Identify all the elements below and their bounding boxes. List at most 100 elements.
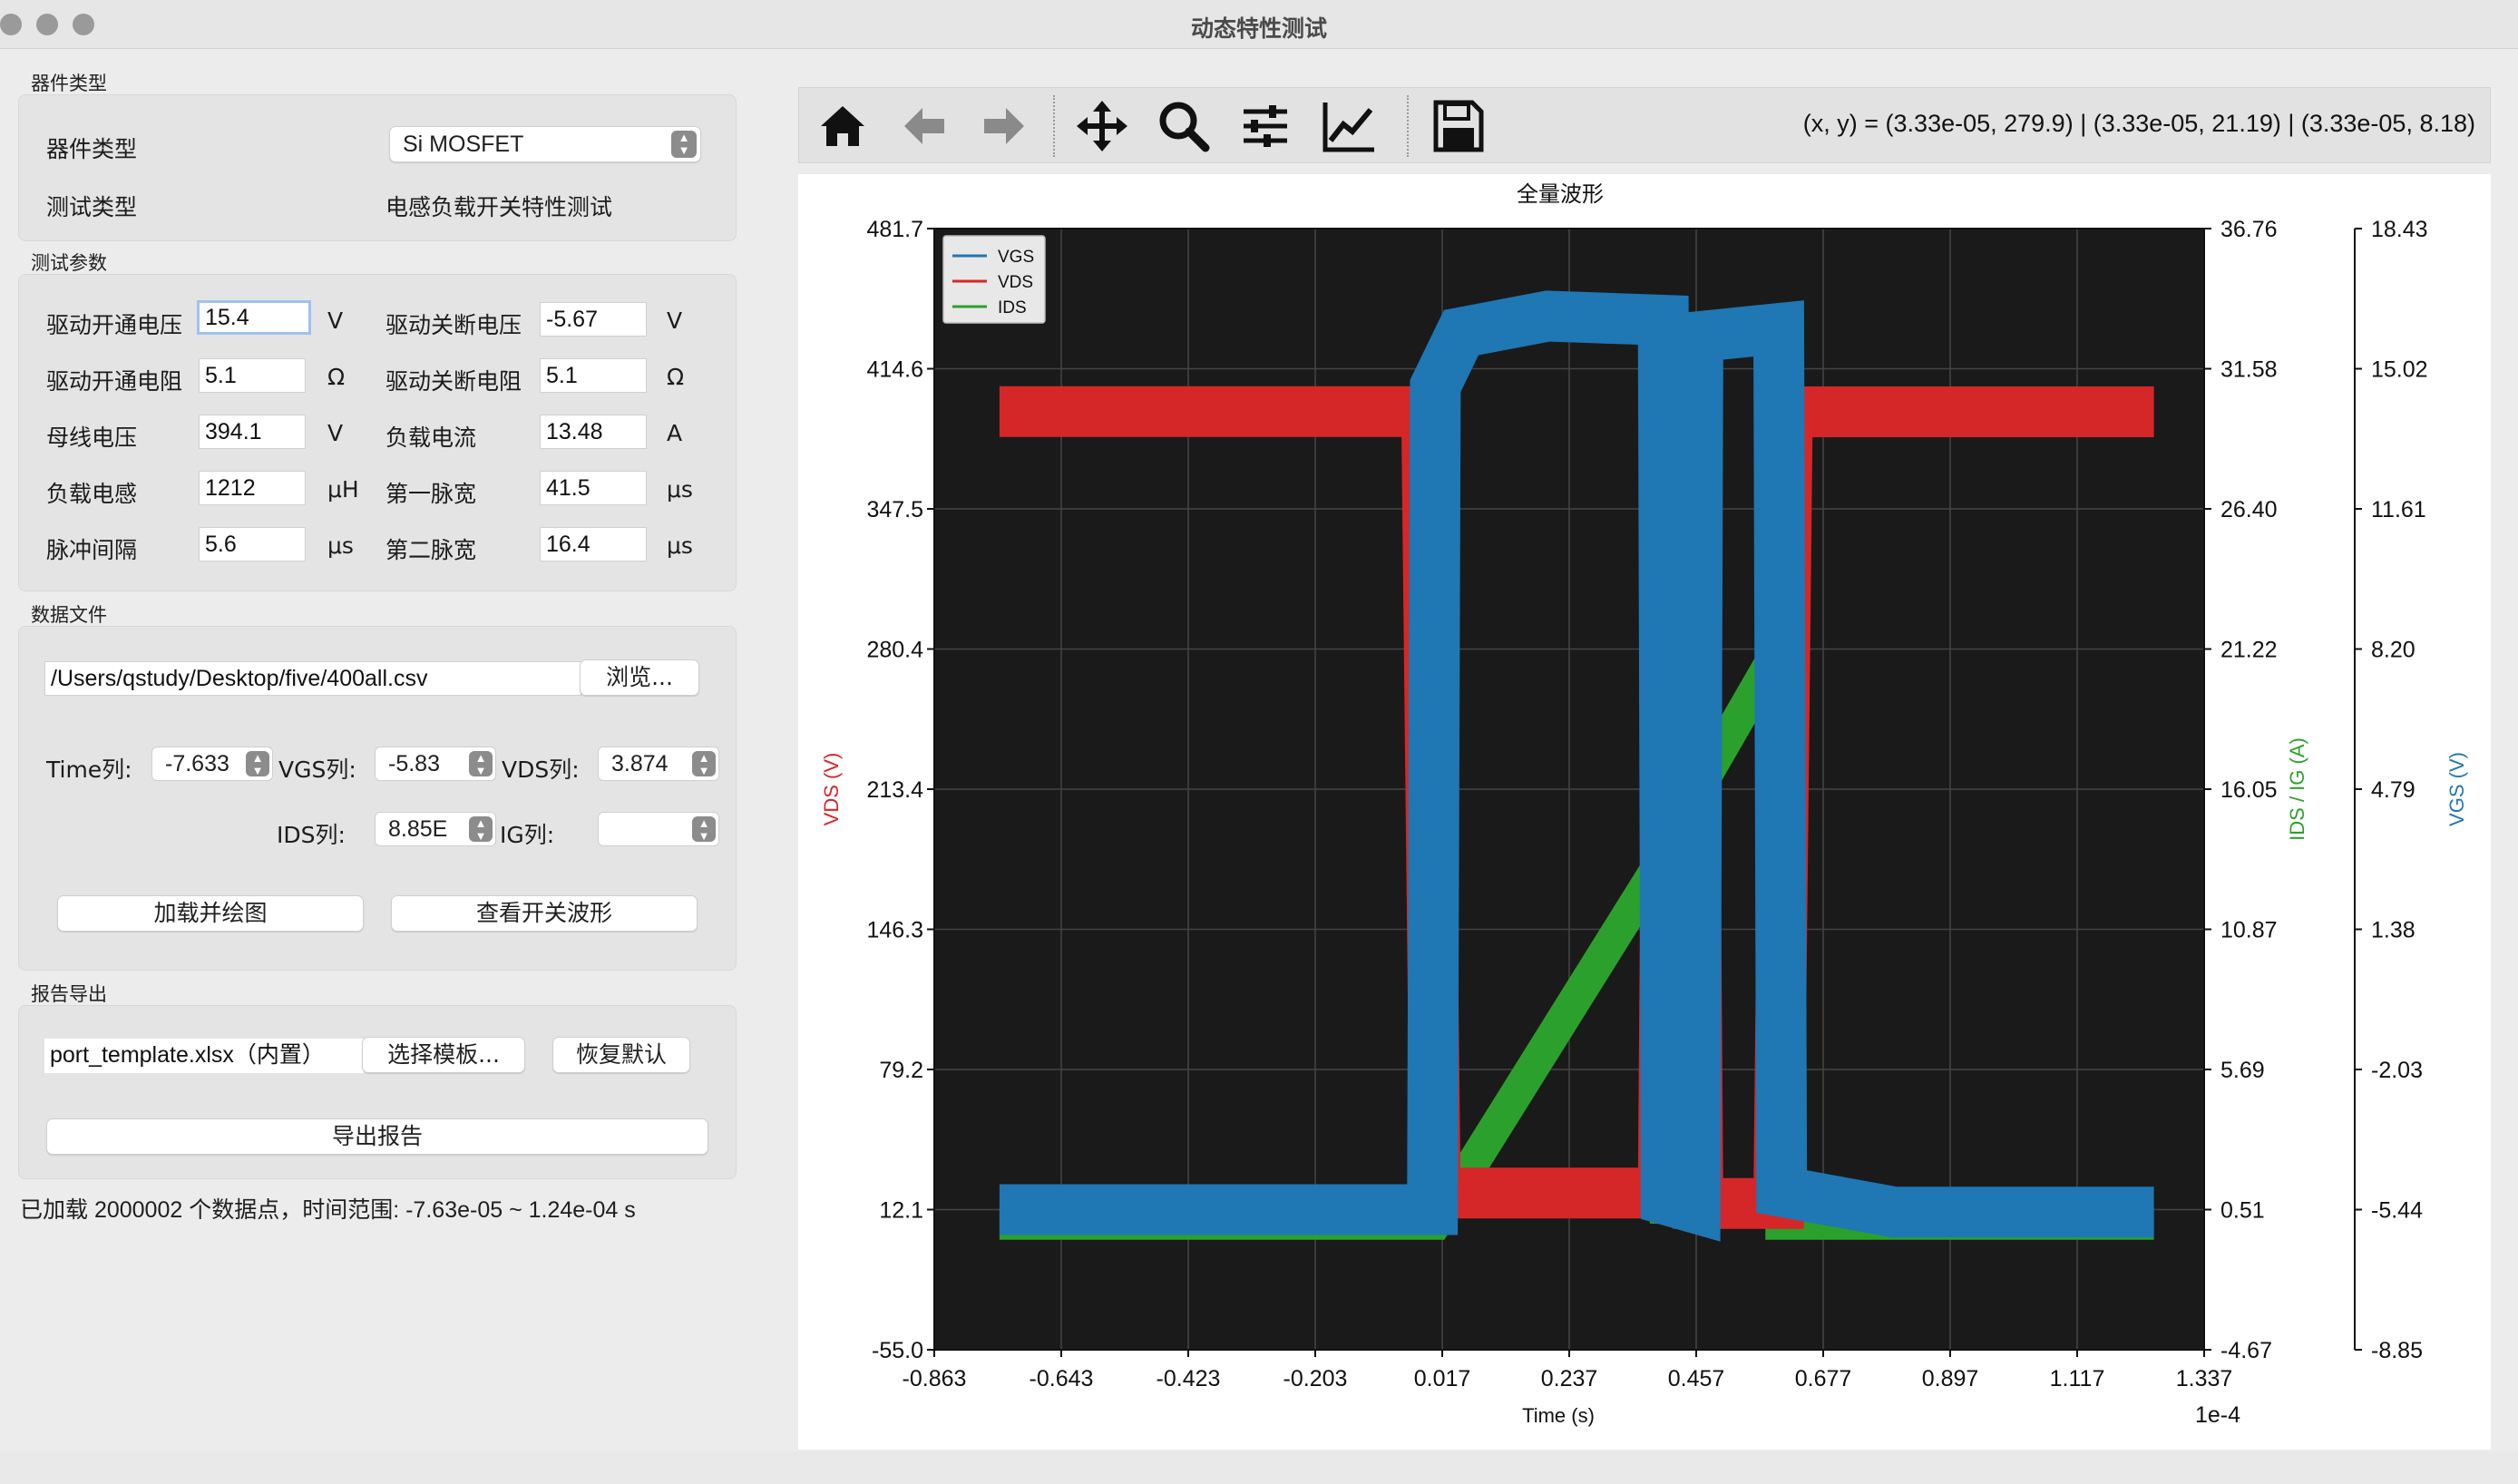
- y-left-axis-label: VDS (V): [820, 753, 843, 826]
- file-path-input[interactable]: /Users/qstudy/Desktop/five/400all.csv: [44, 661, 581, 696]
- spin-arrows-icon[interactable]: ▲ ▼: [469, 816, 493, 843]
- load-and-plot-button[interactable]: 加载并绘图: [57, 895, 364, 932]
- y-right1-tick-label: 0.51: [2220, 1198, 2265, 1224]
- spin-arrows-icon[interactable]: ▲ ▼: [692, 751, 716, 777]
- y-right2-tick-label: 11.61: [2371, 497, 2426, 522]
- y-right1-tick-label: 26.40: [2220, 497, 2278, 522]
- spin-arrows-icon[interactable]: ▲ ▼: [692, 816, 716, 843]
- ids-col-spinbox[interactable]: 8.85E ▲ ▼: [375, 812, 496, 846]
- params-group: 驱动开通电压 15.4 V 驱动关断电压 -5.67 V 驱动开通电阻 5.1 …: [18, 274, 737, 591]
- legend-label-ids: IDS: [998, 298, 1027, 317]
- param-unit: V: [667, 308, 683, 334]
- waveform-chart[interactable]: -0.863 -0.643 -0.423 -0.203 0.017 0.237 0.457 0…: [798, 174, 2491, 1450]
- legend-label-vds: VDS: [998, 273, 1033, 292]
- x-tick-label: 0.017: [1414, 1366, 1471, 1391]
- browse-button[interactable]: 浏览...: [580, 659, 699, 696]
- save-icon[interactable]: [1429, 97, 1487, 155]
- pulse-interval-input[interactable]: 5.6: [199, 527, 306, 561]
- y-left-tick-label: 347.5: [866, 497, 923, 522]
- toolbar-separator: [1053, 95, 1055, 157]
- spin-arrows-icon[interactable]: ▲ ▼: [469, 751, 493, 777]
- y-right2-tick-label: 4.79: [2371, 777, 2416, 803]
- vds-col-value: 3.874: [611, 751, 669, 776]
- device-group: 器件类型 Si MOSFET ▲ ▼ 测试类型 电感负载开关特性测试: [18, 94, 737, 241]
- report-section-title: 报告导出: [31, 983, 107, 1005]
- x-tick-label: -0.643: [1030, 1366, 1094, 1391]
- y-right2-tick-label: -2.03: [2371, 1058, 2423, 1083]
- drive-off-resistance-input[interactable]: 5.1: [540, 358, 647, 393]
- restore-default-button[interactable]: 恢复默认: [552, 1037, 690, 1073]
- vgs-col-spinbox[interactable]: -5.83 ▲ ▼: [375, 747, 496, 781]
- device-type-select[interactable]: Si MOSFET ▲ ▼: [389, 126, 701, 162]
- param-label: 第一脉宽: [386, 481, 477, 507]
- choose-template-button[interactable]: 选择模板...: [362, 1037, 525, 1073]
- param-unit: Ω: [327, 364, 346, 390]
- params-section-title: 测试参数: [31, 252, 107, 274]
- view-switch-waveform-button[interactable]: 查看开关波形: [391, 895, 698, 932]
- bus-voltage-input[interactable]: 394.1: [199, 415, 306, 449]
- x-tick-label: 0.237: [1541, 1366, 1598, 1391]
- template-path-input[interactable]: port_template.xlsx（内置）: [44, 1039, 364, 1073]
- forward-arrow-icon[interactable]: [975, 97, 1033, 155]
- zoom-icon[interactable]: [1155, 97, 1213, 155]
- param-label: 驱动开通电压: [46, 312, 183, 338]
- y-left-tick-label: 481.7: [866, 217, 923, 242]
- y-left-tick-label: -55.0: [872, 1338, 923, 1363]
- device-section-title: 器件类型: [31, 73, 107, 94]
- param-label: 脉冲间隔: [46, 537, 138, 563]
- y-right1-tick-label: 10.87: [2220, 918, 2278, 943]
- x-tick-label: 1.337: [2176, 1366, 2233, 1391]
- axes-edit-icon[interactable]: [1320, 97, 1378, 155]
- ids-col-label: IDS列:: [277, 822, 346, 848]
- drive-off-voltage-input[interactable]: -5.67: [540, 302, 647, 337]
- window-title: 动态特性测试: [1190, 15, 1327, 42]
- first-pulse-width-input[interactable]: 41.5: [540, 471, 647, 505]
- load-current-input[interactable]: 13.48: [540, 415, 647, 449]
- select-arrows-icon: ▲ ▼: [671, 131, 697, 158]
- cursor-coordinates: (x, y) = (3.33e-05, 279.9) | (3.33e-05, …: [1802, 110, 2475, 137]
- y-right1-tick-label: 5.69: [2220, 1058, 2265, 1083]
- y-left-tick-label: 280.4: [866, 638, 923, 663]
- param-label: 母线电压: [46, 425, 138, 451]
- param-unit: μs: [667, 532, 693, 559]
- param-unit: A: [667, 420, 683, 446]
- export-report-button[interactable]: 导出报告: [46, 1118, 708, 1155]
- param-label: 驱动关断电压: [386, 312, 522, 338]
- param-label: 负载电感: [46, 481, 138, 507]
- load-inductance-input[interactable]: 1212: [199, 471, 306, 505]
- status-text: 已加载 2000002 个数据点，时间范围: -7.63e-05 ~ 1.24e…: [20, 1197, 636, 1223]
- vds-col-spinbox[interactable]: 3.874 ▲ ▼: [598, 747, 719, 781]
- y-left-tick-label: 213.4: [866, 777, 923, 803]
- param-unit: μs: [667, 476, 693, 503]
- subplots-config-icon[interactable]: [1236, 97, 1294, 155]
- param-label: 驱动关断电阻: [386, 368, 522, 395]
- plot-canvas[interactable]: -0.863 -0.643 -0.423 -0.203 0.017 0.237 0.457 0…: [798, 174, 2491, 1450]
- plot-toolbar: (x, y) = (3.33e-05, 279.9) | (3.33e-05, …: [798, 87, 2491, 163]
- y-right1-axis-label: IDS / IG (A): [2286, 737, 2308, 841]
- param-unit: V: [327, 308, 344, 334]
- param-unit: V: [327, 420, 344, 446]
- y-right2-axis-label: VGS (V): [2445, 752, 2468, 826]
- back-arrow-icon[interactable]: [895, 97, 953, 155]
- spin-arrows-icon[interactable]: ▲ ▼: [246, 751, 269, 777]
- test-type-label: 测试类型: [46, 194, 138, 220]
- legend-label-vgs: VGS: [998, 248, 1034, 267]
- x-offset-label: 1e-4: [2195, 1402, 2240, 1428]
- drive-on-resistance-input[interactable]: 5.1: [199, 358, 306, 393]
- y-right2-tick-label: 8.20: [2371, 638, 2416, 663]
- x-tick-label: -0.423: [1157, 1366, 1221, 1391]
- y-right1-tick-label: -4.67: [2220, 1338, 2272, 1363]
- second-pulse-width-input[interactable]: 16.4: [540, 527, 647, 561]
- data-group: /Users/qstudy/Desktop/five/400all.csv 浏览…: [18, 626, 737, 971]
- ig-col-spinbox[interactable]: ▲ ▼: [598, 812, 719, 846]
- window-bottom-edge: [0, 1451, 2518, 1484]
- device-type-value: Si MOSFET: [403, 132, 524, 157]
- home-icon[interactable]: [814, 97, 872, 155]
- pan-move-icon[interactable]: [1073, 97, 1131, 155]
- x-axis-label: Time (s): [1522, 1404, 1595, 1427]
- time-col-spinbox[interactable]: -7.633 ▲ ▼: [151, 747, 273, 781]
- drive-on-voltage-input[interactable]: 15.4: [197, 300, 311, 335]
- y-right2-tick-label: 1.38: [2371, 918, 2416, 943]
- ig-col-label: IG列:: [500, 822, 555, 848]
- y-right2-tick-label: 15.02: [2371, 357, 2428, 383]
